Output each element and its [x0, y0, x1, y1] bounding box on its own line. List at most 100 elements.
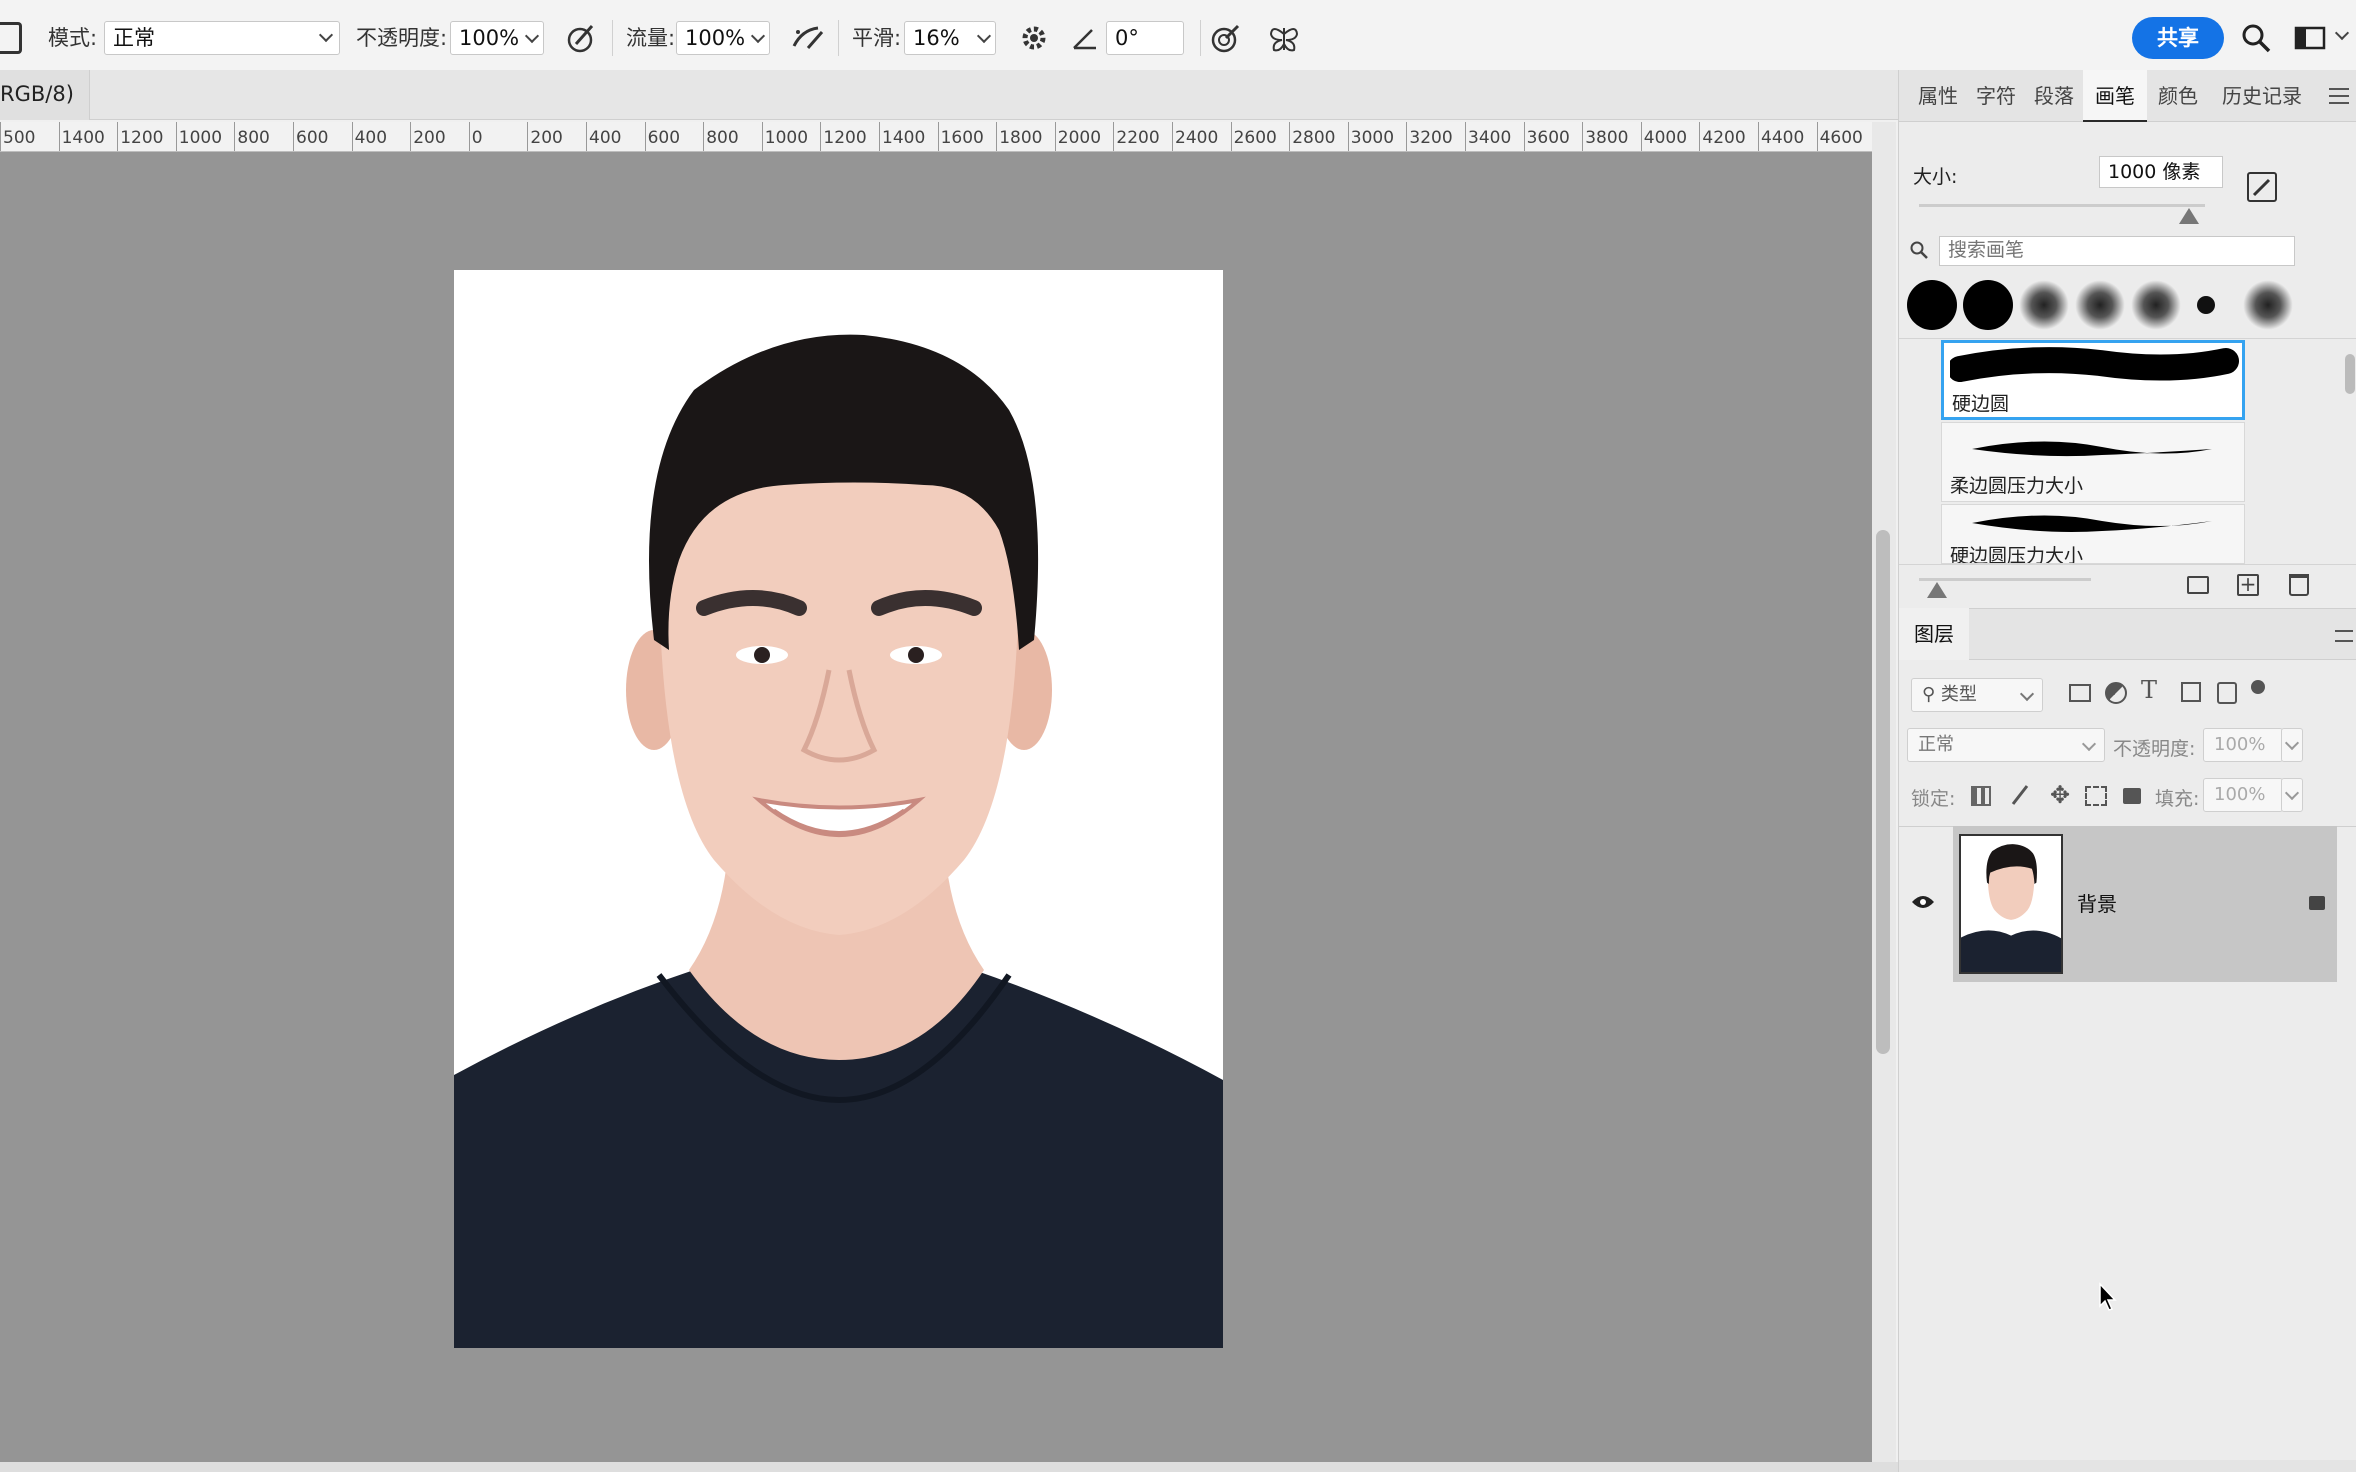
- ruler-tick: [761, 122, 763, 151]
- lock-artboard-icon[interactable]: [2085, 786, 2107, 806]
- brush-tip-hard-round-large[interactable]: [1963, 280, 2013, 330]
- symmetry-butterfly-icon[interactable]: [1264, 20, 1304, 56]
- divider: [1899, 564, 2356, 565]
- brush-search-input[interactable]: [1939, 236, 2295, 266]
- tab-layers[interactable]: 图层: [1899, 608, 1969, 660]
- smoothing-field[interactable]: 16%: [904, 21, 976, 55]
- brush-tip-soft-round-pressure[interactable]: [2075, 280, 2125, 330]
- ruler-label: 500: [3, 128, 36, 148]
- ruler-label: 3400: [1468, 128, 1512, 148]
- lock-all-icon[interactable]: [2123, 788, 2141, 804]
- ruler-tick: [117, 122, 119, 151]
- presets-scrollbar[interactable]: [2345, 354, 2355, 394]
- share-button[interactable]: 共享: [2132, 17, 2224, 59]
- mode-select[interactable]: 正常: [104, 21, 340, 55]
- lock-label: 锁定:: [1911, 788, 1956, 810]
- angle-icon: [1070, 20, 1100, 56]
- gear-icon[interactable]: [1014, 20, 1054, 56]
- chevron-down-icon: [2019, 686, 2035, 702]
- size-slider-handle[interactable]: [2179, 208, 2199, 224]
- trash-icon[interactable]: [2289, 574, 2309, 596]
- flow-field[interactable]: 100%: [676, 21, 750, 55]
- layer-filter-select[interactable]: ⚲ 类型: [1911, 678, 2043, 712]
- opacity-field[interactable]: 100%: [450, 21, 524, 55]
- panel-menu-icon[interactable]: [2329, 88, 2349, 104]
- brush-tip-airbrush[interactable]: [2243, 280, 2293, 330]
- fill-field[interactable]: 100%: [2203, 778, 2283, 812]
- filter-pixel-layer-icon[interactable]: [2069, 684, 2091, 702]
- angle-field[interactable]: 0°: [1106, 21, 1184, 55]
- opacity-label: 不透明度:: [356, 26, 448, 50]
- ruler-label: 1200: [823, 128, 867, 148]
- airbrush-icon[interactable]: [788, 20, 828, 56]
- ruler-tick: [879, 122, 880, 151]
- vertical-scrollbar-thumb[interactable]: [1876, 530, 1890, 1054]
- lock-move-icon[interactable]: ✥: [2047, 782, 2073, 808]
- tab-history[interactable]: 历史记录: [2221, 70, 2303, 122]
- brush-tip-hard-round[interactable]: [1907, 280, 1957, 330]
- chevron-down-icon: [524, 28, 540, 44]
- layer-opacity-field[interactable]: 100%: [2203, 728, 2283, 762]
- flow-dropdown[interactable]: [748, 21, 770, 55]
- separator: [1200, 20, 1201, 56]
- tab-character[interactable]: 字符: [1973, 70, 2019, 122]
- ruler-label: 3800: [1585, 128, 1629, 148]
- workspace-layout-icon[interactable]: [2292, 20, 2328, 56]
- size-slider[interactable]: [1919, 204, 2205, 207]
- brush-settings-icon[interactable]: [2247, 172, 2277, 202]
- horizontal-scrollbar[interactable]: [0, 1462, 1898, 1472]
- ruler-label: 4200: [1702, 128, 1746, 148]
- ruler-label: 2400: [1175, 128, 1219, 148]
- opacity-dropdown[interactable]: [522, 21, 544, 55]
- brush-preset-name: 硬边圆压力大小: [1950, 545, 2084, 564]
- layer-row[interactable]: 背景: [1953, 826, 2337, 982]
- document-image[interactable]: [454, 270, 1223, 1348]
- chevron-down-icon: [2081, 736, 2097, 752]
- filter-adjustment-icon[interactable]: [2105, 682, 2127, 704]
- preview-slider-handle[interactable]: [1927, 582, 1947, 598]
- layer-name[interactable]: 背景: [2077, 888, 2117, 917]
- eye-icon[interactable]: [1911, 894, 1935, 910]
- panel-menu-icon[interactable]: [2335, 630, 2353, 642]
- brush-tip-soft-round[interactable]: [2019, 280, 2069, 330]
- brush-tip-soft-round-pen[interactable]: [2131, 280, 2181, 330]
- brush-tip-small-round[interactable]: [2197, 296, 2215, 314]
- preview-size-slider[interactable]: [1919, 578, 2091, 581]
- ruler-label: 600: [296, 128, 329, 148]
- layer-opacity-dropdown[interactable]: [2281, 728, 2303, 762]
- brush-preset-name: 柔边圆压力大小: [1950, 475, 2084, 497]
- ruler-label: 0: [471, 128, 483, 148]
- ruler-label: 1000: [178, 128, 223, 148]
- filter-toggle-icon[interactable]: [2251, 680, 2265, 694]
- brush-preset-item[interactable]: 硬边圆压力大小: [1941, 504, 2245, 564]
- blend-mode-value: 正常: [1918, 734, 1954, 755]
- lock-transparent-icon[interactable]: [1971, 786, 1991, 806]
- search-icon: [1909, 240, 1929, 260]
- ruler-label: 1200: [120, 128, 164, 148]
- brush-preset-item[interactable]: 硬边圆: [1941, 340, 2245, 420]
- folder-icon[interactable]: [2187, 576, 2209, 594]
- ruler-tick: [1054, 122, 1056, 151]
- tab-color[interactable]: 颜色: [2155, 70, 2201, 122]
- filter-shape-icon[interactable]: [2181, 682, 2201, 702]
- fill-dropdown[interactable]: [2281, 778, 2303, 812]
- blend-mode-select[interactable]: 正常: [1907, 728, 2105, 762]
- filter-smart-object-icon[interactable]: [2217, 682, 2237, 704]
- smoothing-dropdown[interactable]: [974, 21, 996, 55]
- chevron-down-icon[interactable]: [2334, 25, 2352, 46]
- filter-type-icon[interactable]: T: [2141, 676, 2165, 706]
- brush-preset-item[interactable]: 柔边圆压力大小: [1941, 422, 2245, 502]
- search-icon[interactable]: [2238, 20, 2274, 56]
- tab-properties[interactable]: 属性: [1915, 70, 1961, 122]
- tab-brushes[interactable]: 画笔: [2083, 70, 2147, 122]
- ruler-tick: [1582, 122, 1584, 151]
- size-field[interactable]: 1000 像素: [2099, 156, 2223, 188]
- brush-preset-name: 硬边圆: [1952, 393, 2010, 415]
- document-tab[interactable]: RGB/8): [0, 70, 90, 120]
- tab-paragraph[interactable]: 段落: [2031, 70, 2077, 122]
- brush-tool-icon[interactable]: [0, 22, 22, 54]
- pressure-opacity-icon[interactable]: [562, 20, 602, 56]
- lock-paint-brush-icon[interactable]: [2009, 782, 2031, 808]
- pressure-size-icon[interactable]: [1206, 20, 1246, 56]
- new-preset-icon[interactable]: +: [2237, 574, 2259, 596]
